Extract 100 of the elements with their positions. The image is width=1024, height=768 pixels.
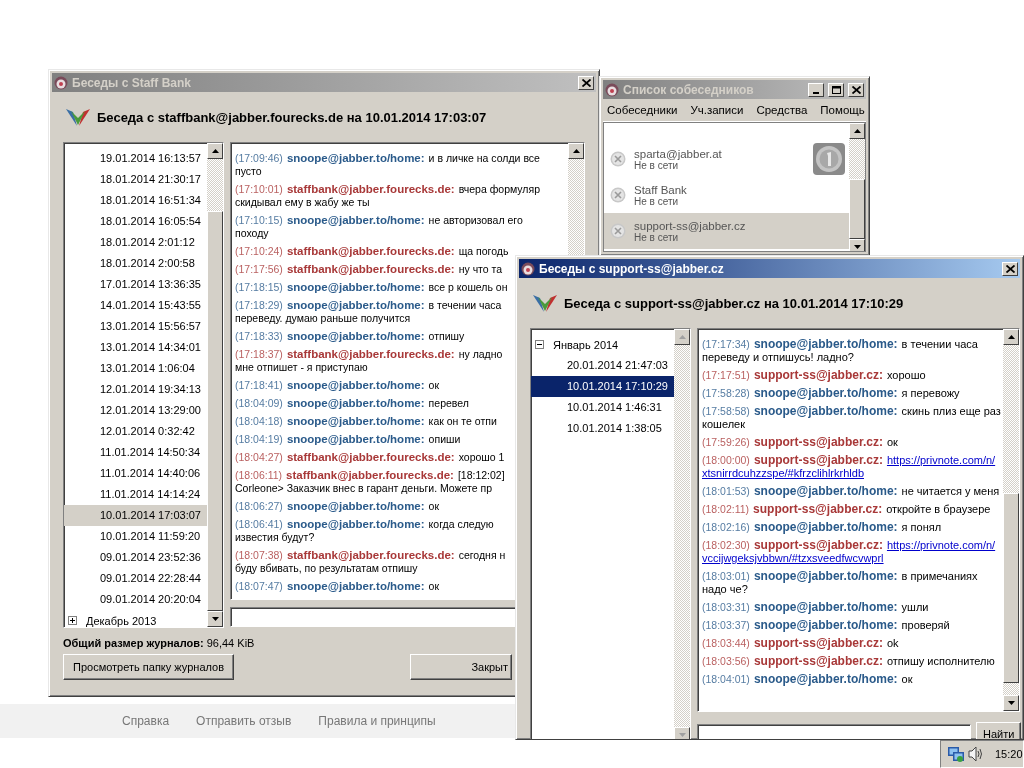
clock: 15:20 bbox=[995, 748, 1023, 760]
sender-name: snoope@jabber.to/home: bbox=[286, 299, 425, 312]
message-time: (18:04:19) bbox=[235, 433, 283, 446]
tree-group-label[interactable]: Декабрь 2013 bbox=[86, 614, 157, 627]
sender-name: staffbank@jabber.fourecks.de: bbox=[286, 183, 455, 196]
message-text: ok bbox=[886, 637, 899, 650]
sender-name: snoope@jabber.to/home: bbox=[753, 338, 898, 351]
tree-item[interactable]: 13.01.2014 15:56:57 bbox=[64, 316, 207, 337]
message-time: (18:00:00) bbox=[702, 454, 750, 467]
message-time: (18:04:01) bbox=[702, 673, 750, 686]
sender-name: staffbank@jabber.fourecks.de: bbox=[286, 348, 455, 361]
sender-name: staffbank@jabber.fourecks.de: bbox=[286, 263, 455, 276]
find-button[interactable]: Найти bbox=[976, 722, 1022, 739]
tree-item[interactable]: 09.01.2014 23:52:36 bbox=[64, 547, 207, 568]
message-text: проверяй bbox=[901, 619, 950, 632]
sender-name: snoope@jabber.to/home: bbox=[753, 405, 898, 418]
contact-item[interactable]: Staff Bank Не в сети bbox=[604, 177, 849, 213]
sender-name: snoope@jabber.to/home: bbox=[753, 673, 898, 686]
sender-name: snoope@jabber.to/home: bbox=[753, 570, 898, 583]
link[interactable]: vccijwgeksjvbbwn/#tzxsveedfwcvwprl bbox=[702, 552, 884, 565]
message-text: буду вбивать, по результатам отпишу bbox=[235, 562, 418, 575]
menu-item[interactable]: Средства bbox=[756, 104, 808, 116]
message-time: (18:03:37) bbox=[702, 619, 750, 632]
menu-item[interactable]: Собеседники bbox=[607, 104, 678, 116]
sender-name: snoope@jabber.to/home: bbox=[286, 500, 425, 513]
tree-item[interactable]: 09.01.2014 20:20:04 bbox=[64, 589, 207, 610]
menu-item[interactable]: Уч.записи bbox=[690, 104, 744, 116]
tree-item[interactable]: 12.01.2014 13:29:00 bbox=[64, 400, 207, 421]
tree-item[interactable]: 12.01.2014 19:34:13 bbox=[64, 379, 207, 400]
tree-item[interactable]: 10.01.2014 1:38:05 bbox=[531, 418, 674, 439]
message-time: (17:58:28) bbox=[702, 387, 750, 400]
message-text: и в личке на солди все bbox=[428, 152, 540, 165]
tree-item[interactable]: 13.01.2014 1:06:04 bbox=[64, 358, 207, 379]
contact-status: Не в сети bbox=[634, 195, 680, 207]
sender-name: snoope@jabber.to/home: bbox=[753, 601, 898, 614]
sender-name: snoope@jabber.to/home: bbox=[286, 433, 425, 446]
message-time: (17:10:01) bbox=[235, 183, 283, 196]
tree-item[interactable]: 11.01.2014 14:50:34 bbox=[64, 442, 207, 463]
sender-name: snoope@jabber.to/home: bbox=[286, 330, 425, 343]
message-time: (18:06:27) bbox=[235, 500, 283, 513]
contact-item[interactable]: support-ss@jabber.cz Не в сети bbox=[604, 213, 849, 249]
tree-item[interactable]: 12.01.2014 0:32:42 bbox=[64, 421, 207, 442]
message-text: как он те отпи bbox=[428, 415, 497, 428]
tree-item[interactable]: 18.01.2014 21:30:17 bbox=[64, 169, 207, 190]
sender-name: snoope@jabber.to/home: bbox=[286, 214, 425, 227]
tree-item[interactable]: 18.01.2014 16:51:34 bbox=[64, 190, 207, 211]
contact-status: Не в сети bbox=[634, 231, 679, 243]
sender-name: snoope@jabber.to/home: bbox=[753, 485, 898, 498]
message-text: ок bbox=[886, 436, 898, 449]
tree-item[interactable]: 14.01.2014 15:43:55 bbox=[64, 295, 207, 316]
message-text: в течении часа bbox=[901, 338, 978, 351]
tree-item[interactable]: 11.01.2014 14:40:06 bbox=[64, 463, 207, 484]
tree-item[interactable]: 10.01.2014 17:03:07 bbox=[64, 505, 207, 526]
contact-status: Не в сети bbox=[634, 159, 679, 171]
window-title: Беседы с Staff Bank bbox=[72, 75, 192, 90]
sender-name: snoope@jabber.to/home: bbox=[286, 152, 425, 165]
message-text: не авторизовал его bbox=[428, 214, 523, 227]
message-text: [18:12:02] bbox=[457, 469, 505, 482]
message-time: (17:09:46) bbox=[235, 152, 283, 165]
tree-item[interactable]: 20.01.2014 21:47:03 bbox=[531, 355, 674, 376]
sender-name: support-ss@jabber.cz: bbox=[753, 539, 883, 552]
footer-link[interactable]: Справка bbox=[122, 714, 170, 728]
tree-item[interactable]: 10.01.2014 17:10:29 bbox=[531, 376, 674, 397]
footer-link[interactable]: Правила и принципы bbox=[318, 714, 436, 728]
dialog-button[interactable]: Закрыт bbox=[410, 654, 512, 680]
link[interactable]: xtsnirrdcuhzzspe/#kfrzclihlrkrhldb bbox=[702, 467, 864, 480]
message-time: (17:59:26) bbox=[702, 436, 750, 449]
sender-name: snoope@jabber.to/home: bbox=[286, 379, 425, 392]
tree-group-label[interactable]: Январь 2014 bbox=[553, 338, 619, 351]
message-text: ща погодь bbox=[458, 245, 509, 258]
message-time: (17:17:56) bbox=[235, 263, 283, 276]
tree-item[interactable]: 17.01.2014 13:36:35 bbox=[64, 274, 207, 295]
message-time: (18:07:38) bbox=[235, 549, 283, 562]
tree-item[interactable]: 18.01.2014 2:00:58 bbox=[64, 253, 207, 274]
sender-name: staffbank@jabber.fourecks.de: bbox=[286, 549, 455, 562]
message-text: хорошо 1 bbox=[458, 451, 505, 464]
conversation-title: Беседа с staffbank@jabber.fourecks.de на 10.01.2014 17:03:07 bbox=[97, 109, 487, 125]
tree-item[interactable]: 18.01.2014 16:05:54 bbox=[64, 211, 207, 232]
contact-item[interactable]: sparta@jabber.at Не в сети bbox=[604, 141, 849, 177]
message-time: (18:03:01) bbox=[702, 570, 750, 583]
tree-item[interactable]: 09.01.2014 22:28:44 bbox=[64, 568, 207, 589]
dialog-button[interactable]: Просмотреть папку журналов bbox=[63, 654, 234, 680]
tree-item[interactable]: 10.01.2014 1:46:31 bbox=[531, 397, 674, 418]
link[interactable]: https://privnote.com/n/ bbox=[886, 539, 996, 552]
tree-item[interactable]: 19.01.2014 16:13:57 bbox=[64, 148, 207, 169]
tree-item[interactable]: 18.01.2014 2:01:12 bbox=[64, 232, 207, 253]
tree-item[interactable]: 11.01.2014 14:14:24 bbox=[64, 484, 207, 505]
message-text: когда следую bbox=[428, 518, 494, 531]
tree-item[interactable]: 10.01.2014 11:59:20 bbox=[64, 526, 207, 547]
footer-link[interactable]: Отправить отзыв bbox=[196, 714, 292, 728]
contact-name: support-ss@jabber.cz bbox=[634, 219, 747, 232]
message-time: (18:02:16) bbox=[702, 521, 750, 534]
tree-item[interactable]: 13.01.2014 14:34:01 bbox=[64, 337, 207, 358]
link[interactable]: https://privnote.com/n/ bbox=[886, 454, 996, 467]
window-title: Беседы с support-ss@jabber.cz bbox=[539, 261, 724, 276]
menu-item[interactable]: Помощь bbox=[820, 104, 865, 116]
sender-name: snoope@jabber.to/home: bbox=[753, 619, 898, 632]
message-text: вчера формуляр bbox=[458, 183, 540, 196]
conversation-title: Беседа с support-ss@jabber.cz на 10.01.2014 17:10:29 bbox=[564, 295, 904, 311]
message-text: переведу и отпишусь! ладно? bbox=[702, 351, 854, 364]
